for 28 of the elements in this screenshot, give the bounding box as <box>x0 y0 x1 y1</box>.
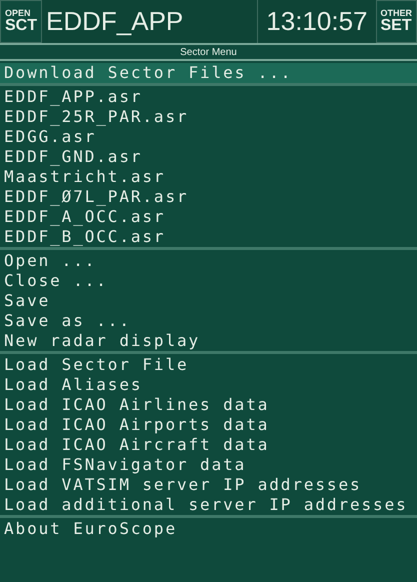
menu-item[interactable]: Save as ... <box>0 311 417 331</box>
menu-item[interactable]: Load ICAO Airports data <box>0 415 417 435</box>
menu-item[interactable]: EDDF_Ø7L_PAR.asr <box>0 187 417 207</box>
menu-item[interactable]: Save <box>0 291 417 311</box>
menu-item[interactable]: EDDF_A_OCC.asr <box>0 207 417 227</box>
menu-item[interactable]: Close ... <box>0 271 417 291</box>
menu-title: Sector Menu <box>0 46 417 61</box>
menu-item[interactable]: EDDF_GND.asr <box>0 147 417 167</box>
menu-item[interactable]: Load additional server IP addresses <box>0 495 417 515</box>
menu-item[interactable]: Load ICAO Airlines data <box>0 395 417 415</box>
menu-item[interactable]: Load Sector File <box>0 355 417 375</box>
menu-item[interactable]: Load ICAO Aircraft data <box>0 435 417 455</box>
menu-item[interactable]: EDDF_B_OCC.asr <box>0 227 417 247</box>
menu-item[interactable]: Load FSNavigator data <box>0 455 417 475</box>
open-sector-button[interactable]: OPEN SCT <box>0 0 42 43</box>
menu-item[interactable]: EDDF_25R_PAR.asr <box>0 107 417 127</box>
menu-item[interactable]: Maastricht.asr <box>0 167 417 187</box>
menu-item[interactable]: New radar display <box>0 331 417 351</box>
clock-time: 13:10:57 <box>265 5 368 38</box>
menu-item[interactable]: Open ... <box>0 251 417 271</box>
menu-item[interactable]: About EuroScope <box>0 519 417 539</box>
menu-item[interactable]: Load Aliases <box>0 375 417 395</box>
menu-item[interactable]: EDGG.asr <box>0 127 417 147</box>
menu-item[interactable]: Download Sector Files ... <box>0 63 417 83</box>
menu-item[interactable]: Load VATSIM server IP addresses <box>0 475 417 495</box>
window-title: EDDF_APP <box>42 0 258 43</box>
other-set-button[interactable]: OTHER SET <box>376 0 417 43</box>
menu-item[interactable]: EDDF_APP.asr <box>0 87 417 107</box>
